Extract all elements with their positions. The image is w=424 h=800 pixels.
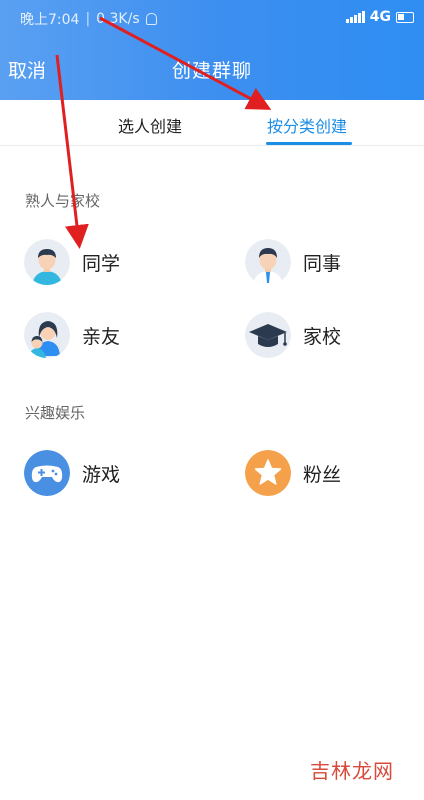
- category-label: 粉丝: [303, 463, 342, 486]
- category-item-home-school[interactable]: 家校: [245, 312, 341, 358]
- app-header: 晚上7:04 | 0.3K/s 4G 取消 创建群聊: [0, 0, 424, 100]
- navbar: 取消 创建群聊: [0, 48, 424, 88]
- page-title: 创建群聊: [171, 60, 252, 82]
- category-item-colleague[interactable]: 同事: [245, 239, 341, 285]
- star-icon: [245, 450, 291, 496]
- category-label: 家校: [303, 325, 342, 348]
- battery-icon: [396, 11, 414, 23]
- network-speed: 0.3K/s: [96, 11, 140, 27]
- tab-by-category[interactable]: 按分类创建: [267, 113, 347, 137]
- signal-icon: [346, 11, 365, 23]
- section-title-entertainment: 兴趣娱乐: [25, 404, 86, 422]
- active-tab-indicator: [266, 142, 352, 145]
- watermark: 吉林龙网: [310, 759, 394, 783]
- section-title-acquaintances: 熟人与家校: [25, 192, 101, 210]
- category-label: 同事: [303, 252, 342, 275]
- category-item-friends-family[interactable]: 亲友: [24, 312, 120, 358]
- family-icon: [24, 312, 70, 358]
- status-bar: 晚上7:04 | 0.3K/s 4G: [0, 0, 424, 36]
- status-separator: |: [85, 11, 91, 27]
- status-right: 4G: [346, 9, 414, 25]
- category-label: 游戏: [82, 463, 121, 486]
- status-left: 晚上7:04 | 0.3K/s: [20, 9, 157, 29]
- network-type: 4G: [369, 9, 391, 25]
- tab-select-people[interactable]: 选人创建: [118, 113, 182, 137]
- gamepad-icon: [24, 450, 70, 496]
- category-item-fans[interactable]: 粉丝: [245, 450, 341, 496]
- graduation-cap-icon: [245, 312, 291, 358]
- category-label: 亲友: [82, 325, 121, 348]
- bell-icon: [145, 13, 157, 25]
- category-label: 同学: [82, 252, 121, 275]
- category-item-classmate[interactable]: 同学: [24, 239, 120, 285]
- student-icon: [24, 239, 70, 285]
- category-item-games[interactable]: 游戏: [24, 450, 120, 496]
- tab-bar: 选人创建 按分类创建: [0, 100, 424, 146]
- status-time: 晚上7:04: [20, 12, 80, 28]
- colleague-icon: [245, 239, 291, 285]
